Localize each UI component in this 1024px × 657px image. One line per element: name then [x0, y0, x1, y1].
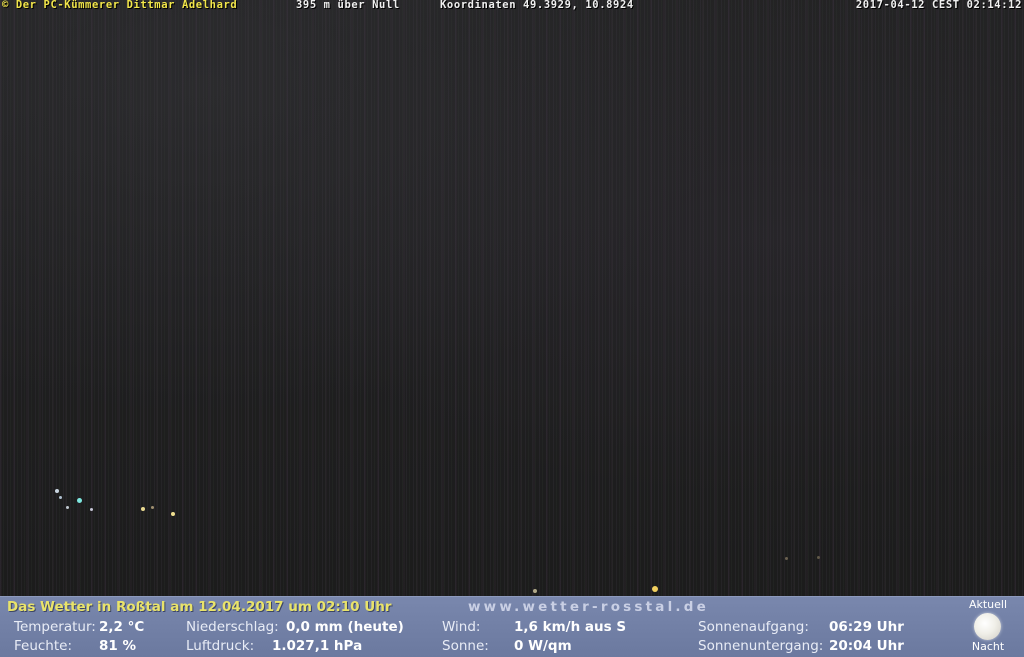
sunrise-label: Sonnenaufgang:	[698, 619, 809, 635]
city-light	[533, 589, 537, 593]
credit-overlay: © Der PC-Kümmerer Dittmar Adelhard	[2, 0, 238, 11]
city-light	[66, 506, 69, 509]
moon-phase: Aktuell Nacht	[960, 599, 1016, 655]
sunset-label: Sonnenuntergang:	[698, 638, 824, 654]
humidity-value: 81 %	[99, 638, 137, 654]
city-light	[171, 512, 175, 516]
weather-footer: Das Wetter in Roßtal am 12.04.2017 um 02…	[0, 596, 1024, 657]
webcam-image: © Der PC-Kümmerer Dittmar Adelhard 395 m…	[0, 0, 1024, 596]
city-light	[141, 507, 145, 511]
sun-value: 0 W/qm	[514, 638, 572, 654]
sunrise-value: 06:29 Uhr	[829, 619, 904, 635]
pressure-value: 1.027,1 hPa	[272, 638, 363, 654]
pressure-label: Luftdruck:	[186, 638, 255, 654]
coordinates-overlay: Koordinaten 49.3929, 10.8924	[440, 0, 634, 11]
city-light	[785, 557, 788, 560]
sun-label: Sonne:	[442, 638, 489, 654]
temperature-label: Temperatur:	[14, 619, 96, 635]
moon-bottom-label: Nacht	[971, 640, 1005, 653]
humidity-label: Feuchte:	[14, 638, 73, 654]
wind-value: 1,6 km/h aus S	[514, 619, 627, 635]
temperature-value: 2,2 °C	[99, 619, 145, 635]
weather-title: Das Wetter in Roßtal am 12.04.2017 um 02…	[7, 599, 392, 615]
city-light	[59, 496, 62, 499]
elevation-overlay: 395 m über Null	[296, 0, 400, 11]
sunset-value: 20:04 Uhr	[829, 638, 904, 654]
full-moon-icon	[974, 613, 1001, 640]
timestamp-overlay: 2017-04-12 CEST 02:14:12	[855, 0, 1022, 11]
website-url[interactable]: www.wetter-rosstal.de	[468, 599, 709, 615]
precipitation-value: 0,0 mm (heute)	[286, 619, 404, 635]
city-light	[77, 498, 82, 503]
city-light	[55, 489, 59, 493]
city-light	[817, 556, 820, 559]
city-light	[90, 508, 93, 511]
moon-top-label: Aktuell	[968, 598, 1008, 611]
precipitation-label: Niederschlag:	[186, 619, 279, 635]
city-light	[652, 586, 658, 592]
wind-label: Wind:	[442, 619, 481, 635]
city-light	[151, 506, 154, 509]
